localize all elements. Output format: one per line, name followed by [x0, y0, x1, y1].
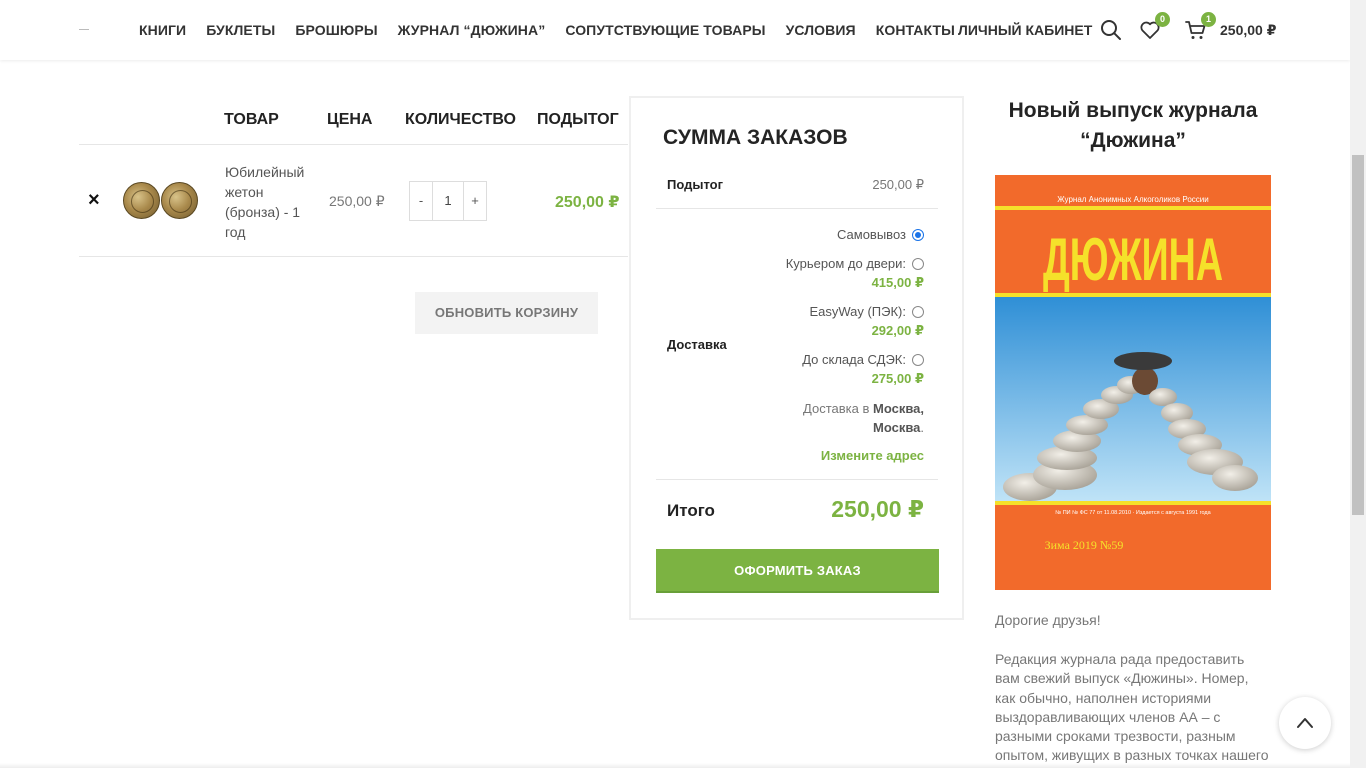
destination-prefix: Доставка в — [803, 401, 870, 416]
shipping-label: Доставка — [667, 337, 727, 352]
quantity-minus-button[interactable]: - — [410, 182, 432, 220]
shipping-price-easyway: 292,00 ₽ — [871, 323, 924, 338]
destination-region: Москва — [872, 420, 921, 435]
nav-terms[interactable]: УСЛОВИЯ — [786, 22, 856, 38]
logo[interactable] — [79, 29, 89, 30]
sidebar-title: Новый выпуск журнала “Дюжина” — [1008, 99, 1258, 152]
header-cart-total[interactable]: 250,00 ₽ — [1220, 22, 1276, 39]
product-price: 250,00 ₽ — [329, 193, 385, 209]
table-divider — [79, 144, 628, 145]
total-label: Итого — [667, 501, 715, 520]
summary-divider — [656, 479, 938, 480]
destination-suffix: . — [920, 420, 924, 435]
col-price: ЦЕНА — [327, 111, 373, 128]
update-cart-button[interactable]: ОБНОВИТЬ КОРЗИНУ — [415, 292, 598, 334]
total-value: 250,00 ₽ — [831, 496, 924, 522]
quantity-input[interactable]: 1 — [432, 182, 464, 220]
cover-issue: Зима 2019 №59 — [1045, 538, 1124, 552]
cart-icon[interactable]: 1 — [1184, 12, 1216, 42]
product-thumbnail[interactable] — [123, 182, 160, 219]
chevron-up-icon — [1297, 718, 1313, 728]
order-summary: СУММА ЗАКАЗОВ Подытог 250,00 ₽ Доставка … — [629, 96, 964, 620]
shipping-radio-courier[interactable] — [912, 258, 924, 270]
quantity-plus-button[interactable]: + — [464, 182, 486, 220]
checkout-button[interactable]: ОФОРМИТЬ ЗАКАЗ — [656, 549, 939, 593]
shipping-price-courier: 415,00 ₽ — [871, 275, 924, 290]
shipping-option-pickup[interactable]: Самовывоз — [837, 227, 924, 242]
cart-count-badge: 1 — [1201, 12, 1216, 27]
cover-registration: № ПИ № ФС 77 от 11.08.2010 · Издается с … — [1055, 510, 1211, 516]
shipping-radio-pickup[interactable] — [912, 229, 924, 241]
shipping-radio-easyway[interactable] — [912, 306, 924, 318]
sidebar-greeting: Дорогие друзья! — [995, 612, 1101, 628]
account-link[interactable]: ЛИЧНЫЙ КАБИНЕТ — [958, 22, 1092, 38]
nav-magazine[interactable]: ЖУРНАЛ “ДЮЖИНА” — [398, 22, 546, 38]
product-thumbnail-back[interactable] — [161, 182, 198, 219]
page-scrollbar[interactable] — [1350, 0, 1366, 768]
shipping-radio-cdek[interactable] — [912, 354, 924, 366]
shipping-price-cdek: 275,00 ₽ — [871, 371, 924, 386]
cover-top-line: Журнал Анонимных Алкоголиков России — [1057, 195, 1208, 204]
table-divider — [79, 256, 628, 257]
nav-booklets[interactable]: БУКЛЕТЫ — [206, 22, 275, 38]
shipping-option-label: Самовывоз — [837, 227, 906, 242]
summary-title: СУММА ЗАКАЗОВ — [663, 126, 848, 149]
remove-item-button[interactable]: × — [88, 190, 100, 210]
shipping-option-cdek[interactable]: До склада СДЭК: — [802, 352, 924, 367]
shipping-option-label: До склада СДЭК: — [802, 352, 906, 367]
nav-books[interactable]: КНИГИ — [139, 22, 186, 38]
nav-related-goods[interactable]: СОПУТСТВУЮЩИЕ ТОВАРЫ — [565, 22, 765, 38]
col-product: ТОВАР — [224, 111, 279, 128]
item-subtotal: 250,00 ₽ — [555, 194, 620, 211]
shipping-option-easyway[interactable]: EasyWay (ПЭК): — [809, 304, 924, 319]
search-icon[interactable] — [1099, 18, 1123, 42]
destination-city: Москва, — [873, 401, 924, 416]
shipping-option-label: Курьером до двери: — [785, 256, 906, 271]
summary-divider — [656, 208, 938, 209]
wishlist-count-badge: 0 — [1155, 12, 1170, 27]
scrollbar-thumb[interactable] — [1352, 155, 1364, 515]
col-quantity: КОЛИЧЕСТВО — [405, 111, 516, 128]
shipping-option-label: EasyWay (ПЭК): — [809, 304, 906, 319]
shipping-option-courier[interactable]: Курьером до двери: — [786, 256, 924, 271]
site-header: КНИГИ БУКЛЕТЫ БРОШЮРЫ ЖУРНАЛ “ДЮЖИНА” СО… — [0, 0, 1350, 60]
main-nav: КНИГИ БУКЛЕТЫ БРОШЮРЫ ЖУРНАЛ “ДЮЖИНА” СО… — [139, 0, 955, 60]
change-address-link[interactable]: Измените адрес — [821, 448, 924, 463]
subtotal-value: 250,00 ₽ — [872, 177, 924, 192]
subtotal-label: Подытог — [667, 177, 724, 192]
magazine-cover-image[interactable]: Журнал Анонимных Алкоголиков России ДЮЖИ… — [995, 175, 1271, 590]
bottom-edge — [0, 763, 1350, 768]
shipping-destination: Доставка в Москва, Москва. — [803, 399, 924, 437]
nav-contacts[interactable]: КОНТАКТЫ — [876, 22, 955, 38]
sidebar-body: Редакция журнала рада предоставить вам с… — [995, 651, 1269, 764]
quantity-stepper: - 1 + — [409, 181, 487, 221]
cover-masthead: ДЮЖИНА — [1043, 226, 1223, 293]
nav-brochures[interactable]: БРОШЮРЫ — [295, 22, 377, 38]
col-subtotal: ПОДЫТОГ — [537, 111, 619, 128]
product-name-link[interactable]: Юбилейный жетон (бронза) - 1 год — [225, 162, 315, 242]
scroll-to-top-button[interactable] — [1279, 697, 1331, 749]
wishlist-icon[interactable]: 0 — [1138, 12, 1170, 42]
